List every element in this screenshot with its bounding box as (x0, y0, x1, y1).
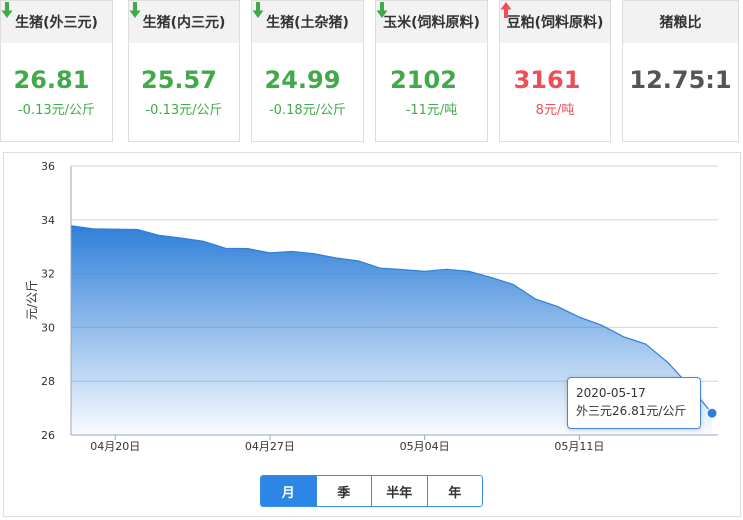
period-year-button[interactable]: 年 (426, 476, 482, 506)
x-tick-label: 04月20日 (90, 440, 140, 453)
period-selector: 月 季 半年 年 (260, 475, 483, 507)
y-tick-label: 34 (41, 214, 55, 227)
x-tick-label: 05月11日 (554, 440, 604, 453)
y-tick-label: 32 (41, 268, 55, 281)
y-tick-label: 26 (41, 429, 55, 442)
x-tick-label: 05月04日 (400, 440, 450, 453)
data-tooltip: 2020-05-17 外三元26.81元/公斤 (567, 377, 701, 429)
price-chart[interactable]: 26 28 30 32 34 36 04月20日 04月27日 05月04日 05月11日 元/公… (0, 0, 743, 520)
y-tick-label: 30 (41, 321, 55, 334)
y-tick-label: 36 (41, 160, 55, 173)
period-month-button[interactable]: 月 (261, 476, 316, 506)
tooltip-value: 外三元26.81元/公斤 (576, 404, 687, 418)
x-tick-label: 04月27日 (245, 440, 295, 453)
y-axis-label: 元/公斤 (25, 280, 39, 320)
tooltip-date: 2020-05-17 (576, 386, 646, 400)
y-tick-label: 28 (41, 375, 55, 388)
period-halfyear-button[interactable]: 半年 (371, 476, 427, 506)
period-quarter-button[interactable]: 季 (315, 476, 371, 506)
highlight-point[interactable] (706, 407, 718, 419)
